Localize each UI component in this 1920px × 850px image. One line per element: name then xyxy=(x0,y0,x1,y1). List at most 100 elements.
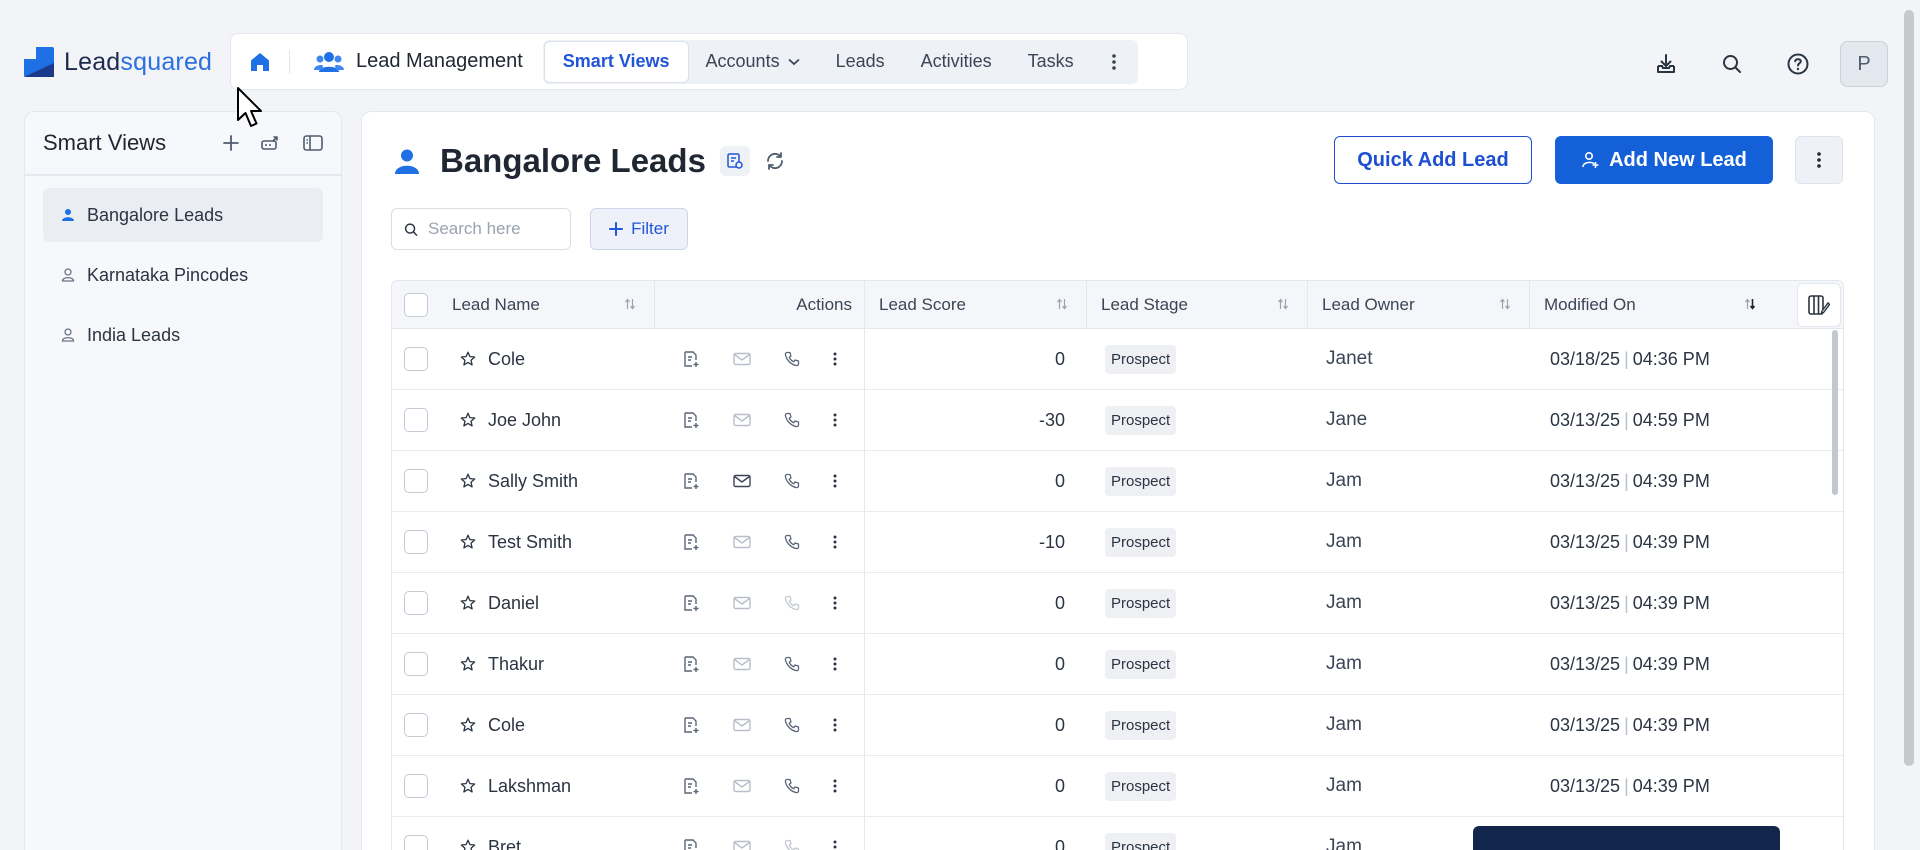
download-button[interactable] xyxy=(1642,40,1690,88)
table-row[interactable]: Daniel 0 Prospect Jam 03/13/25 | 04:39 PM xyxy=(392,573,1843,634)
lead-name[interactable]: Daniel xyxy=(488,593,539,614)
add-activity-button[interactable] xyxy=(682,594,700,612)
row-checkbox[interactable] xyxy=(404,591,428,615)
table-row[interactable]: Cole 0 Prospect Janet 03/18/25 | 04:36 PM xyxy=(392,329,1843,390)
manage-views-button[interactable] xyxy=(261,135,281,151)
tab-activities[interactable]: Activities xyxy=(903,42,1010,82)
row-more-button[interactable] xyxy=(833,779,837,793)
column-settings-button[interactable] xyxy=(1797,283,1841,327)
table-row[interactable]: Lakshman 0 Prospect Jam 03/13/25 | 04:39 P… xyxy=(392,756,1843,817)
lead-name[interactable]: Bret xyxy=(488,837,521,850)
select-all-checkbox[interactable] xyxy=(404,292,428,317)
star-icon[interactable] xyxy=(460,778,476,794)
call-button[interactable] xyxy=(784,595,800,611)
col-lead-stage[interactable]: Lead Stage xyxy=(1087,281,1308,328)
star-icon[interactable] xyxy=(460,534,476,550)
row-more-button[interactable] xyxy=(833,352,837,366)
star-icon[interactable] xyxy=(460,839,476,850)
lead-name[interactable]: Sally Smith xyxy=(488,471,578,492)
lead-name[interactable]: Cole xyxy=(488,349,525,370)
call-button[interactable] xyxy=(784,534,800,550)
table-row[interactable]: Sally Smith 0 Prospect Jam 03/13/25 | 04:3… xyxy=(392,451,1843,512)
send-email-button[interactable] xyxy=(733,779,751,793)
table-row[interactable]: Cole 0 Prospect Jam 03/13/25 | 04:39 PM xyxy=(392,695,1843,756)
row-checkbox[interactable] xyxy=(404,408,428,432)
add-activity-button[interactable] xyxy=(682,777,700,795)
app-logo[interactable]: Leadsquared xyxy=(24,47,212,77)
star-icon[interactable] xyxy=(460,412,476,428)
lead-name[interactable]: Thakur xyxy=(488,654,544,675)
sidebar-item-karnataka-pincodes[interactable]: Karnataka Pincodes xyxy=(43,248,323,302)
sidebar-item-bangalore-leads[interactable]: Bangalore Leads xyxy=(43,188,323,242)
lead-name[interactable]: Cole xyxy=(488,715,525,736)
star-icon[interactable] xyxy=(460,717,476,733)
refresh-button[interactable] xyxy=(764,150,786,172)
row-checkbox[interactable] xyxy=(404,713,428,737)
row-more-button[interactable] xyxy=(833,474,837,488)
view-details-button[interactable] xyxy=(719,146,750,176)
send-email-button[interactable] xyxy=(733,840,751,850)
notification-toast[interactable] xyxy=(1473,826,1780,850)
sidebar-item-india-leads[interactable]: India Leads xyxy=(43,308,323,362)
call-button[interactable] xyxy=(784,778,800,794)
add-activity-button[interactable] xyxy=(682,533,700,551)
row-checkbox[interactable] xyxy=(404,774,428,798)
call-button[interactable] xyxy=(784,839,800,850)
send-email-button[interactable] xyxy=(733,657,751,671)
col-modified-on[interactable]: Modified On xyxy=(1530,281,1774,328)
more-actions-button[interactable] xyxy=(1795,136,1843,184)
row-more-button[interactable] xyxy=(833,718,837,732)
search-input[interactable] xyxy=(428,219,558,239)
row-more-button[interactable] xyxy=(833,596,837,610)
quick-add-lead-button[interactable]: Quick Add Lead xyxy=(1334,136,1532,184)
lead-name[interactable]: Joe John xyxy=(488,410,561,431)
nav-more-button[interactable] xyxy=(1092,42,1136,82)
add-new-lead-button[interactable]: Add New Lead xyxy=(1555,136,1773,184)
table-row[interactable]: Joe John -30 Prospect Jane 03/13/25 | 04:5… xyxy=(392,390,1843,451)
row-checkbox[interactable] xyxy=(404,652,428,676)
add-activity-button[interactable] xyxy=(682,716,700,734)
page-scrollbar[interactable] xyxy=(1904,10,1914,766)
module-switcher[interactable]: Lead Management xyxy=(290,50,541,73)
home-button[interactable] xyxy=(231,34,289,89)
table-row[interactable]: Test Smith -10 Prospect Jam 03/13/25 | 04:… xyxy=(392,512,1843,573)
call-button[interactable] xyxy=(784,656,800,672)
row-more-button[interactable] xyxy=(833,657,837,671)
row-checkbox[interactable] xyxy=(404,835,428,850)
row-more-button[interactable] xyxy=(833,535,837,549)
col-lead-score[interactable]: Lead Score xyxy=(865,281,1087,328)
add-activity-button[interactable] xyxy=(682,655,700,673)
send-email-button[interactable] xyxy=(733,535,751,549)
add-activity-button[interactable] xyxy=(682,411,700,429)
collapse-sidebar-button[interactable] xyxy=(303,135,323,151)
row-checkbox[interactable] xyxy=(404,469,428,493)
star-icon[interactable] xyxy=(460,656,476,672)
row-checkbox[interactable] xyxy=(404,530,428,554)
table-row[interactable]: Thakur 0 Prospect Jam 03/13/25 | 04:39 PM xyxy=(392,634,1843,695)
user-avatar[interactable]: P xyxy=(1840,41,1888,87)
add-activity-button[interactable] xyxy=(682,838,700,850)
table-scrollbar[interactable] xyxy=(1832,330,1838,495)
call-button[interactable] xyxy=(784,473,800,489)
filter-button[interactable]: Filter xyxy=(590,208,688,250)
call-button[interactable] xyxy=(784,351,800,367)
tab-leads[interactable]: Leads xyxy=(818,42,903,82)
send-email-button[interactable] xyxy=(733,718,751,732)
star-icon[interactable] xyxy=(460,351,476,367)
row-more-button[interactable] xyxy=(833,840,837,850)
send-email-button[interactable] xyxy=(733,413,751,427)
col-lead-owner[interactable]: Lead Owner xyxy=(1308,281,1530,328)
search-button[interactable] xyxy=(1708,40,1756,88)
call-button[interactable] xyxy=(784,412,800,428)
tab-tasks[interactable]: Tasks xyxy=(1010,42,1092,82)
tab-smart-views[interactable]: Smart Views xyxy=(544,41,688,82)
call-button[interactable] xyxy=(784,717,800,733)
col-lead-name[interactable]: Lead Name xyxy=(440,281,655,328)
lead-search[interactable] xyxy=(391,208,571,250)
send-email-button[interactable] xyxy=(733,596,751,610)
row-checkbox[interactable] xyxy=(404,347,428,371)
tab-accounts[interactable]: Accounts xyxy=(688,42,818,82)
star-icon[interactable] xyxy=(460,473,476,489)
lead-name[interactable]: Lakshman xyxy=(488,776,571,797)
lead-name[interactable]: Test Smith xyxy=(488,532,572,553)
